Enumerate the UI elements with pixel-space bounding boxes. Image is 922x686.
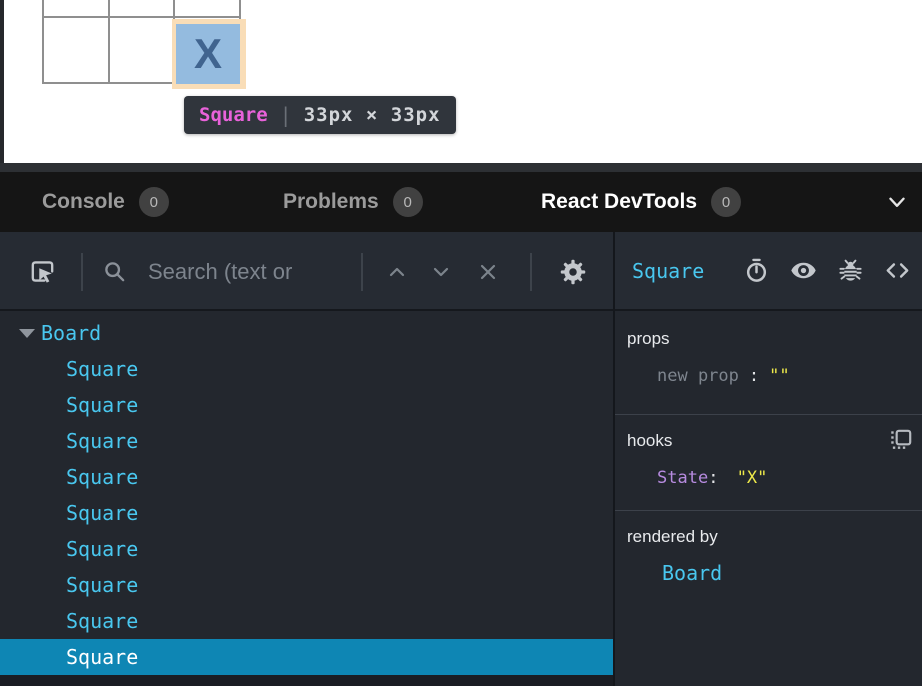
grid-line bbox=[42, 0, 44, 84]
tree-item-square[interactable]: Square bbox=[0, 387, 613, 423]
tree-item-label: Square bbox=[66, 501, 138, 525]
tooltip-separator: | bbox=[280, 103, 292, 127]
inspector-toolbar: Square bbox=[615, 232, 922, 311]
tree-toolbar bbox=[0, 232, 613, 311]
selected-component-title: Square bbox=[632, 259, 704, 283]
tree-item-board[interactable]: Board bbox=[0, 315, 613, 351]
view-source-icon[interactable] bbox=[883, 256, 912, 285]
tree-item-label: Square bbox=[66, 573, 138, 597]
tab-label: Problems bbox=[283, 190, 379, 214]
hook-value[interactable]: "X" bbox=[737, 468, 768, 488]
prop-key-placeholder[interactable]: new prop bbox=[657, 366, 739, 386]
chevron-up-icon[interactable] bbox=[385, 260, 409, 284]
hooks-title: hooks bbox=[627, 431, 912, 451]
components-tree-panel: Board Square Square Square Square Square… bbox=[0, 232, 613, 686]
tab-react-devtools[interactable]: React DevTools 0 bbox=[541, 172, 741, 232]
props-title: props bbox=[627, 329, 912, 349]
chevron-down-icon[interactable] bbox=[429, 260, 453, 284]
inspected-page: X Square | 33px × 33px bbox=[0, 0, 922, 163]
props-section: props new prop: "" bbox=[615, 313, 922, 415]
inspect-highlight-square[interactable]: X bbox=[176, 24, 240, 84]
tree-item-square-selected[interactable]: Square bbox=[0, 639, 613, 675]
square-cell-value: X bbox=[194, 30, 222, 78]
hook-key: State bbox=[657, 468, 708, 488]
tree-item-label: Square bbox=[66, 429, 138, 453]
tab-label: React DevTools bbox=[541, 190, 697, 214]
rendered-by-link-board[interactable]: Board bbox=[627, 561, 912, 585]
toolbar-divider bbox=[530, 253, 532, 291]
devtools-top-border[interactable] bbox=[0, 163, 922, 172]
tab-badge: 0 bbox=[711, 187, 741, 217]
component-tree: Board Square Square Square Square Square… bbox=[0, 315, 613, 675]
close-icon[interactable] bbox=[476, 260, 500, 284]
component-inspector-panel: Square bbox=[615, 232, 922, 686]
colon: : bbox=[749, 366, 759, 386]
tab-problems[interactable]: Problems 0 bbox=[283, 172, 423, 232]
tree-item-label: Square bbox=[66, 645, 138, 669]
search-icon bbox=[101, 258, 129, 286]
inspect-element-icon[interactable] bbox=[27, 256, 58, 287]
window-left-edge bbox=[0, 0, 4, 163]
hooks-section: hooks State: "X" bbox=[615, 415, 922, 511]
tab-console[interactable]: Console 0 bbox=[42, 172, 169, 232]
tree-item-square[interactable]: Square bbox=[0, 603, 613, 639]
parse-hook-names-icon[interactable] bbox=[888, 427, 914, 453]
tree-item-square[interactable]: Square bbox=[0, 351, 613, 387]
tree-item-label: Square bbox=[66, 357, 138, 381]
tree-item-square[interactable]: Square bbox=[0, 423, 613, 459]
grid-line bbox=[108, 0, 110, 84]
tree-scrollbar-track[interactable] bbox=[0, 675, 613, 686]
tree-item-square[interactable]: Square bbox=[0, 531, 613, 567]
tree-item-square[interactable]: Square bbox=[0, 567, 613, 603]
expand-arrow-icon[interactable] bbox=[19, 329, 35, 338]
devtools-tab-bar: Console 0 Problems 0 React DevTools 0 bbox=[0, 172, 922, 232]
new-prop-row[interactable]: new prop: "" bbox=[627, 366, 912, 386]
tree-item-label: Square bbox=[66, 465, 138, 489]
tooltip-component-name: Square bbox=[199, 104, 268, 126]
chevron-down-icon[interactable] bbox=[884, 189, 910, 215]
tab-badge: 0 bbox=[139, 187, 169, 217]
tab-label: Console bbox=[42, 190, 125, 214]
toolbar-divider bbox=[81, 253, 83, 291]
prop-value[interactable]: "" bbox=[769, 366, 789, 386]
rendered-by-title: rendered by bbox=[627, 527, 912, 547]
toolbar-divider bbox=[361, 253, 363, 291]
eye-icon[interactable] bbox=[789, 256, 818, 285]
tree-item-square[interactable]: Square bbox=[0, 459, 613, 495]
state-hook-row[interactable]: State: "X" bbox=[627, 468, 912, 488]
stopwatch-icon[interactable] bbox=[743, 257, 770, 284]
tree-item-label: Square bbox=[66, 609, 138, 633]
tree-item-label: Square bbox=[66, 393, 138, 417]
bug-icon[interactable] bbox=[837, 257, 864, 284]
tab-badge: 0 bbox=[393, 187, 423, 217]
rendered-by-section: rendered by Board bbox=[615, 511, 922, 686]
grid-line bbox=[42, 16, 241, 18]
tree-item-square[interactable]: Square bbox=[0, 495, 613, 531]
gear-icon[interactable] bbox=[558, 257, 588, 287]
react-devtools-panel: Board Square Square Square Square Square… bbox=[0, 232, 922, 686]
colon: : bbox=[708, 468, 718, 488]
tree-item-label: Board bbox=[41, 321, 101, 345]
search-input[interactable] bbox=[146, 252, 354, 292]
tree-item-label: Square bbox=[66, 537, 138, 561]
tooltip-dimensions: 33px × 33px bbox=[304, 104, 441, 126]
inspect-overlay-tooltip: Square | 33px × 33px bbox=[184, 96, 456, 134]
